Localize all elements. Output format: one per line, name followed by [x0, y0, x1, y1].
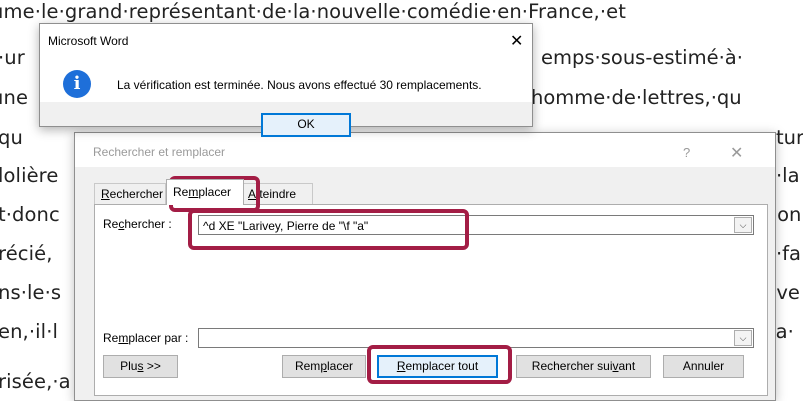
- find-replace-dialog: Rechercher et remplacer ? ✕ Rechercher R…: [74, 132, 776, 401]
- find-input-value: ^d XE "Larivey, Pierre de "\f "a": [203, 219, 369, 233]
- doc-line-3: ıne: [0, 86, 29, 109]
- replace-label-text: Re: [103, 331, 119, 345]
- word-message-dialog: Microsoft Word ✕ i La vérification est t…: [39, 23, 533, 137]
- find-dropdown-chevron-icon[interactable]: ⌵: [734, 217, 752, 233]
- doc-line-8: ns·le·s: [0, 281, 62, 304]
- button-label: lacer: [327, 359, 354, 373]
- replace-all-button[interactable]: Remplacer tout: [377, 355, 498, 378]
- message-titlebar: Microsoft Word ✕: [40, 24, 532, 57]
- button-label: ant: [618, 359, 636, 373]
- more-button[interactable]: Plus >>: [103, 355, 178, 378]
- doc-line-4: qu: [0, 126, 23, 149]
- button-label: emplacer tout: [405, 359, 479, 373]
- tab-label: Re: [173, 185, 189, 199]
- tab-label: echercher: [109, 187, 164, 201]
- tab-atteindre[interactable]: Atteindre: [241, 183, 313, 204]
- cancel-button[interactable]: Annuler: [663, 355, 744, 378]
- find-next-button[interactable]: Rechercher suivant: [516, 355, 651, 378]
- find-label: Rechercher :: [103, 217, 172, 231]
- doc-fragment-2: homme·de·lettres,·qu: [531, 86, 742, 109]
- tab-remplacer[interactable]: Remplacer: [166, 179, 244, 205]
- replace-input[interactable]: ⌵: [198, 328, 754, 348]
- message-close-button[interactable]: ✕: [510, 31, 523, 51]
- tab-label-access-key: R: [101, 187, 110, 201]
- button-label: Plu: [120, 359, 138, 373]
- doc-line-1: ıme·le·grand·représentant·de·la·nouvelle…: [0, 0, 626, 23]
- doc-line-5: lolière: [0, 164, 59, 187]
- tab-rechercher[interactable]: Rechercher: [94, 183, 166, 204]
- find-label-text: Re: [103, 217, 119, 231]
- doc-line-6: t·donc: [0, 203, 60, 226]
- doc-line-2: ·ur: [0, 46, 25, 69]
- tab-label-access-key: A: [248, 187, 257, 201]
- doc-line-9: en,·il·l: [0, 320, 59, 343]
- ok-button[interactable]: OK: [261, 113, 351, 137]
- doc-line-10: risée,·a: [0, 370, 71, 393]
- message-body: i La vérification est terminée. Nous avo…: [40, 57, 532, 102]
- find-replace-title: Rechercher et remplacer: [93, 145, 226, 159]
- replace-label-text: placer par :: [128, 331, 189, 345]
- find-label-text: hercher :: [124, 217, 172, 231]
- tab-label-access-key: m: [188, 185, 199, 199]
- find-replace-titlebar: Rechercher et remplacer ? ✕: [75, 133, 775, 167]
- message-title: Microsoft Word: [48, 34, 129, 48]
- message-text: La vérification est terminée. Nous avons…: [117, 78, 482, 92]
- doc-fragment-1: emps·sous-estimé·à·: [541, 46, 743, 69]
- tab-label: placer: [198, 185, 232, 199]
- button-label: Rem: [294, 359, 321, 373]
- replace-label: Remplacer par :: [103, 331, 188, 345]
- button-label: >>: [143, 359, 161, 373]
- find-replace-close-button[interactable]: ✕: [730, 143, 743, 163]
- find-input[interactable]: ^d XE "Larivey, Pierre de "\f "a" ⌵: [198, 215, 754, 235]
- replace-dropdown-chevron-icon[interactable]: ⌵: [734, 330, 752, 346]
- replace-button[interactable]: Remplacer: [282, 355, 366, 378]
- info-icon: i: [63, 70, 91, 98]
- button-label-access-key: p: [320, 359, 327, 373]
- button-label: Rechercher sui: [531, 359, 613, 373]
- tab-label: tteindre: [256, 187, 297, 201]
- help-button[interactable]: ?: [683, 145, 690, 160]
- doc-line-7: récié,: [0, 242, 53, 265]
- replace-label-access-key: m: [118, 331, 129, 345]
